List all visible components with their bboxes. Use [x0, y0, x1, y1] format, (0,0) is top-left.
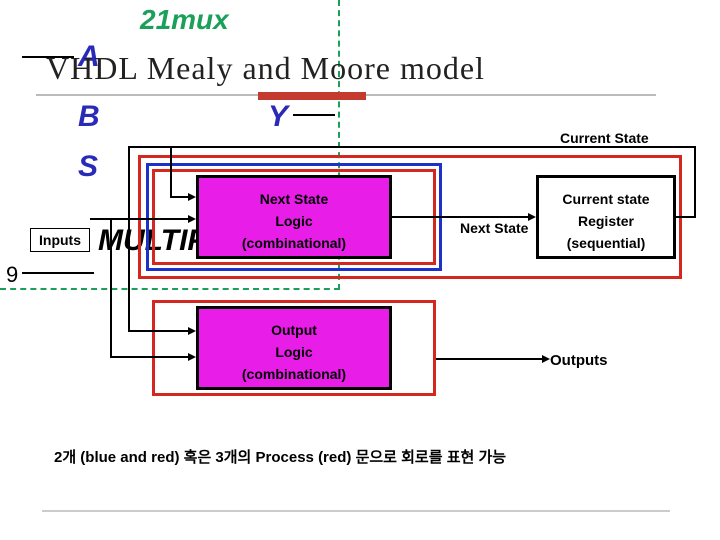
caption-text: 2개 (blue and red) 혹은 3개의 Process (red) 문… — [54, 446, 506, 467]
wire — [128, 330, 190, 332]
block-line: Current state — [539, 188, 673, 210]
wire — [170, 146, 172, 196]
current-state-register-block: Current state Register (sequential) — [536, 175, 676, 259]
block-line: (sequential) — [539, 232, 673, 254]
arrow-right-icon — [188, 215, 196, 223]
bg-letter-y: Y — [268, 100, 288, 134]
bg-wire — [293, 114, 335, 116]
wire — [392, 216, 530, 218]
block-line: Register — [539, 210, 673, 232]
arrow-right-icon — [188, 327, 196, 335]
wire — [128, 146, 172, 148]
bg-letter-b: B — [78, 100, 100, 134]
arrow-right-icon — [188, 353, 196, 361]
wire — [170, 146, 696, 148]
block-line: Logic — [199, 210, 389, 232]
slide-title: VHDL Mealy and Moore model — [46, 50, 485, 87]
bg-letter-s: S — [78, 150, 98, 184]
bg-mux-label: 21mux — [140, 4, 229, 36]
current-state-label: Current State — [560, 130, 649, 146]
block-line: (combinational) — [199, 363, 389, 385]
wire — [170, 196, 190, 198]
arrow-right-icon — [528, 213, 536, 221]
wire — [128, 146, 130, 332]
next-state-label: Next State — [460, 220, 528, 236]
wire — [676, 216, 694, 218]
block-line: Output — [199, 319, 389, 341]
wire — [694, 146, 696, 218]
wire — [436, 358, 544, 360]
output-logic-block: Output Logic (combinational) — [196, 306, 392, 390]
wire — [90, 218, 190, 220]
arrow-right-icon — [542, 355, 550, 363]
block-line: Next State — [199, 188, 389, 210]
bottom-rule — [42, 510, 670, 512]
block-line: (combinational) — [199, 232, 389, 254]
inputs-box: Inputs — [30, 228, 90, 252]
arrow-right-icon — [188, 193, 196, 201]
next-state-logic-block: Next State Logic (combinational) — [196, 175, 392, 259]
block-line: Logic — [199, 341, 389, 363]
bg-wire — [22, 272, 94, 274]
title-accent — [258, 92, 366, 100]
bg-nine-label: 9 — [6, 262, 18, 288]
outputs-label: Outputs — [550, 352, 608, 369]
wire — [110, 218, 112, 358]
wire — [110, 356, 190, 358]
